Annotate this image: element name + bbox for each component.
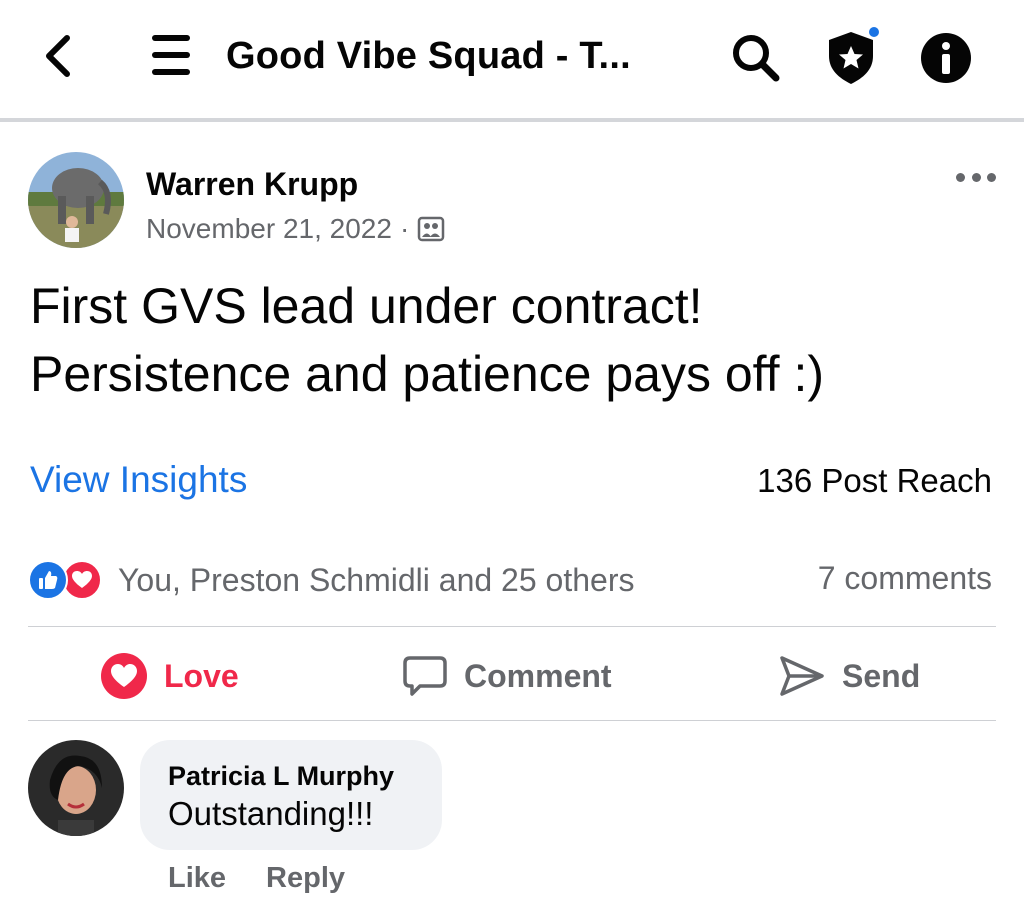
comment-bubble[interactable]: Patricia L Murphy Outstanding!!!	[140, 740, 442, 850]
info-button[interactable]	[918, 30, 974, 86]
commenter-name[interactable]: Patricia L Murphy	[168, 758, 414, 794]
reactions-summary[interactable]: You, Preston Schmidli and 25 others	[28, 558, 634, 602]
shield-star-icon	[829, 25, 881, 84]
send-button[interactable]: Send	[778, 648, 920, 704]
author-avatar[interactable]	[28, 152, 124, 248]
group-title[interactable]: Good Vibe Squad - T...	[226, 30, 631, 82]
comment-reply-button[interactable]: Reply	[266, 862, 345, 895]
post-date[interactable]: November 21, 2022	[146, 210, 392, 248]
comment-like-button[interactable]: Like	[168, 862, 226, 895]
post-meta: November 21, 2022 ·	[146, 210, 445, 248]
like-reaction-icon	[28, 560, 68, 600]
divider	[28, 720, 996, 721]
love-reaction-icon	[62, 560, 102, 600]
love-reaction-icon	[101, 653, 147, 699]
view-insights-link[interactable]: View Insights	[30, 456, 247, 504]
commenter-avatar[interactable]	[28, 740, 124, 836]
top-bar: Good Vibe Squad - T...	[0, 0, 1024, 118]
divider	[28, 626, 996, 627]
comment-actions: Like Reply	[168, 862, 385, 895]
header-divider	[0, 118, 1024, 122]
love-button[interactable]: Love	[100, 648, 239, 704]
send-label: Send	[842, 657, 921, 694]
post-text-line: First GVS lead under contract!	[30, 278, 703, 334]
post-author-name[interactable]: Warren Krupp	[146, 164, 358, 204]
info-icon	[921, 33, 971, 83]
group-audience-icon	[418, 216, 445, 242]
back-button[interactable]	[36, 30, 80, 82]
love-label: Love	[164, 657, 239, 694]
chevron-left-icon	[46, 35, 70, 77]
post-text: First GVS lead under contract! Persisten…	[30, 272, 990, 408]
reactors-text: You, Preston Schmidli and 25 others	[118, 561, 635, 598]
post-text-line: Persistence and patience pays off :)	[30, 346, 824, 402]
search-icon	[733, 35, 780, 82]
meta-separator: ·	[399, 213, 410, 244]
post-reach: 136 Post Reach	[757, 462, 992, 499]
comment-icon	[403, 656, 447, 696]
comment-text: Outstanding!!!	[168, 795, 374, 832]
comment-button[interactable]: Comment	[402, 648, 612, 704]
send-icon	[780, 656, 824, 696]
comments-count[interactable]: 7 comments	[818, 560, 992, 597]
search-button[interactable]	[728, 30, 784, 86]
comment-label: Comment	[464, 657, 612, 694]
hamburger-menu-icon[interactable]	[148, 32, 194, 78]
admin-tools-button[interactable]	[822, 22, 884, 88]
more-options-icon[interactable]	[952, 162, 1000, 192]
